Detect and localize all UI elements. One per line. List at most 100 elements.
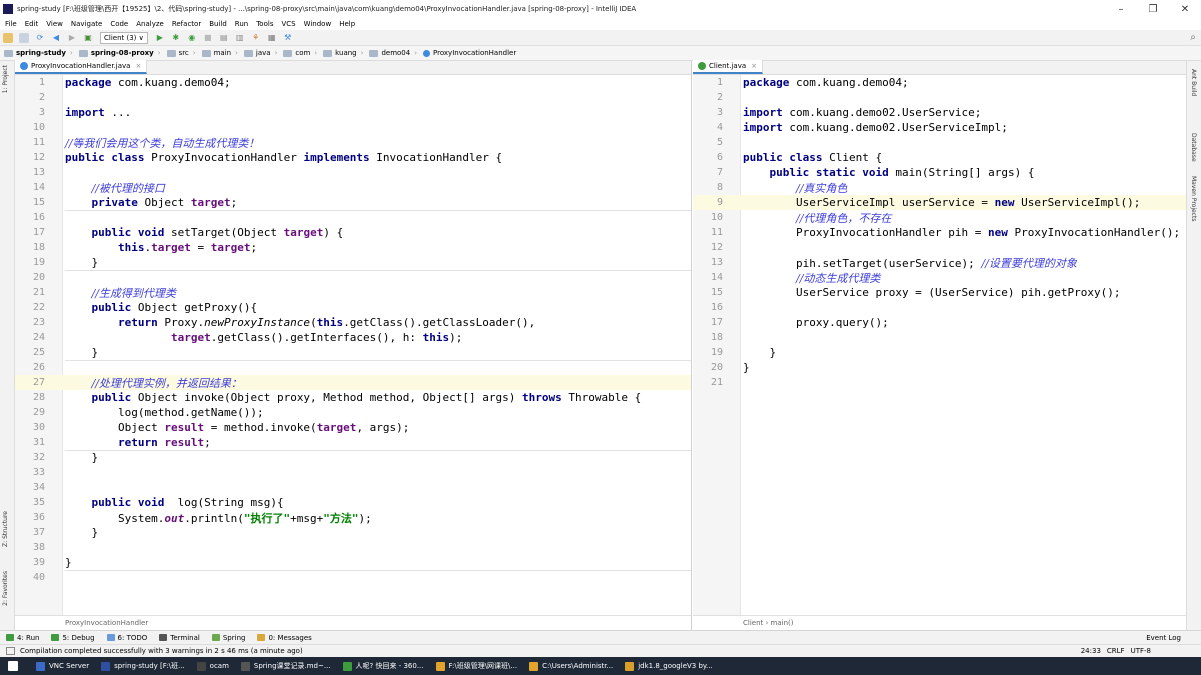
line-number: 13 — [32, 167, 45, 178]
status-toggle-icon[interactable] — [6, 647, 15, 655]
line-number: 10 — [710, 212, 723, 223]
breadcrumb-item[interactable]: java › — [240, 49, 277, 57]
tool-window-icon — [6, 634, 14, 641]
breadcrumb-item[interactable]: kuang › — [319, 49, 363, 57]
code-text: //被代理的接口 — [91, 181, 165, 195]
coverage-icon[interactable]: ◉ — [187, 33, 197, 43]
java-class-icon — [20, 62, 28, 70]
minimize-button[interactable]: – — [1105, 4, 1137, 15]
run-config-select[interactable]: Client (3) ∨ — [100, 31, 148, 44]
taskbar-item[interactable]: C:\Users\Administr... — [529, 661, 613, 671]
code-line: 32 } — [15, 450, 691, 465]
code-text: //生成得到代理类 — [91, 286, 176, 300]
line-number: 26 — [32, 362, 45, 373]
taskbar-item[interactable]: jdk1.8_googleV3 by... — [625, 661, 713, 671]
left-editor-pane: ProxyInvocationHandler.java × 1 package c… — [15, 60, 692, 630]
code-text: public void log(String msg){ — [91, 496, 284, 509]
line-number: 24 — [32, 332, 45, 343]
close-tab-icon[interactable]: × — [751, 62, 757, 70]
menu-item-view[interactable]: View — [46, 20, 63, 28]
menu-item-vcs[interactable]: VCS — [281, 20, 295, 28]
caret-position[interactable]: 24:33 — [1081, 647, 1101, 655]
taskbar-item[interactable]: ocam — [196, 661, 229, 671]
menu-item-analyze[interactable]: Analyze — [136, 20, 164, 28]
taskbar-item[interactable]: spring-study [F:\班... — [101, 661, 185, 671]
breadcrumb-item[interactable]: spring-study › — [0, 49, 73, 57]
app-icon — [435, 661, 445, 671]
line-number: 20 — [710, 362, 723, 373]
code-line: 14 //被代理的接口 — [15, 180, 691, 195]
maven-tool-tab[interactable]: Maven Projects — [1190, 176, 1197, 221]
terminal-icon[interactable]: ▦ — [267, 33, 277, 43]
menu-item-refactor[interactable]: Refactor — [172, 20, 201, 28]
menu-item-window[interactable]: Window — [304, 20, 332, 28]
menu-item-edit[interactable]: Edit — [25, 20, 39, 28]
line-number: 14 — [32, 182, 45, 193]
code-text: proxy.query(); — [743, 316, 889, 329]
tab-client[interactable]: Client.java × — [693, 60, 764, 74]
tool-window-spring[interactable]: Spring — [211, 634, 245, 642]
menu-item-help[interactable]: Help — [339, 20, 355, 28]
left-code-editor[interactable]: 1 package com.kuang.demo04; 2 3 import ... 10… — [15, 75, 691, 615]
tool-window-label: 5: Debug — [62, 633, 95, 642]
code-line: 20} — [693, 360, 1186, 375]
sync-icon[interactable]: ⟳ — [35, 33, 45, 43]
search-icon[interactable]: ⌕ — [1188, 32, 1198, 43]
build-icon[interactable]: ▣ — [83, 33, 93, 43]
project-tool-tab[interactable]: 1: Project — [2, 65, 9, 93]
breadcrumb-item[interactable]: demo04 › — [365, 49, 417, 57]
open-folder-icon[interactable] — [3, 32, 13, 43]
taskbar-item[interactable]: VNC Server — [36, 661, 89, 671]
maximize-button[interactable]: ❐ — [1137, 4, 1169, 15]
save-icon[interactable] — [19, 32, 29, 43]
favorites-tool-tab[interactable]: 2: Favorites — [2, 571, 9, 606]
structure-tool-tab[interactable]: Z: Structure — [2, 511, 9, 547]
breadcrumb-item[interactable]: com › — [279, 49, 317, 57]
tool-window-run[interactable]: 4: Run — [6, 634, 39, 642]
taskbar-item[interactable]: 人呢? 快回来 - 360... — [342, 661, 424, 671]
menu-item-tools[interactable]: Tools — [256, 20, 273, 28]
line-number: 19 — [32, 257, 45, 268]
breadcrumb-item[interactable]: main › — [198, 49, 238, 57]
code-text: //处理代理实例，并返回结果： — [91, 376, 242, 390]
tab-proxy-invocation-handler[interactable]: ProxyInvocationHandler.java × — [15, 60, 148, 74]
sdk-icon[interactable]: ▥ — [235, 33, 245, 43]
tool-window-todo[interactable]: 6: TODO — [106, 634, 147, 642]
breadcrumb-item[interactable]: ProxyInvocationHandler — [419, 49, 516, 57]
taskbar-item[interactable]: F:\班级管理\网课班\... — [435, 661, 517, 671]
menu-item-code[interactable]: Code — [110, 20, 128, 28]
breadcrumb-item[interactable]: src › — [163, 49, 196, 57]
tool-window-messages[interactable]: 0: Messages — [257, 634, 312, 642]
run-icon[interactable]: ▶ — [155, 33, 165, 43]
code-text: return Proxy.newProxyInstance(this.getCl… — [117, 316, 536, 329]
right-code-editor[interactable]: 1 package com.kuang.demo04; 2 3 import com.k… — [693, 75, 1186, 615]
debug-icon[interactable]: ✱ — [171, 33, 181, 43]
forward-icon[interactable]: ▶ — [67, 33, 77, 43]
settings-icon[interactable]: ⚒ — [283, 33, 293, 43]
close-button[interactable]: ✕ — [1169, 4, 1201, 15]
tool-window-terminal[interactable]: Terminal — [159, 634, 200, 642]
stop-icon[interactable]: ■ — [203, 33, 213, 43]
code-line: 18 — [693, 330, 1186, 345]
menu-item-run[interactable]: Run — [235, 20, 248, 28]
menu-item-build[interactable]: Build — [209, 20, 227, 28]
folder-icon — [423, 49, 431, 57]
back-icon[interactable]: ◀ — [51, 33, 61, 43]
tool-window-debug[interactable]: 5: Debug — [51, 633, 95, 642]
database-tool-tab[interactable]: Database — [1190, 133, 1197, 162]
taskbar-item[interactable]: Spring课堂记录.md~... — [240, 661, 331, 671]
windows-start-icon[interactable] — [0, 661, 24, 671]
project-structure-icon[interactable]: ▤ — [219, 33, 229, 43]
line-separator[interactable]: CRLF — [1107, 647, 1125, 655]
code-text: } — [65, 526, 99, 539]
breadcrumb-item[interactable]: spring-08-proxy › — [75, 49, 161, 57]
event-log-button[interactable]: Event Log — [1146, 634, 1181, 642]
vcs-icon[interactable]: ⚘ — [251, 33, 261, 43]
menu-item-file[interactable]: File — [5, 20, 17, 28]
chevron-right-icon: › — [274, 49, 278, 57]
file-encoding[interactable]: UTF-8 — [1131, 647, 1151, 655]
ant-build-tool-tab[interactable]: Ant Build — [1190, 69, 1197, 96]
right-editor-pane: Client.java × 1 package com.kuang.demo04;… — [693, 60, 1186, 630]
close-tab-icon[interactable]: × — [135, 62, 141, 70]
menu-item-navigate[interactable]: Navigate — [71, 20, 102, 28]
